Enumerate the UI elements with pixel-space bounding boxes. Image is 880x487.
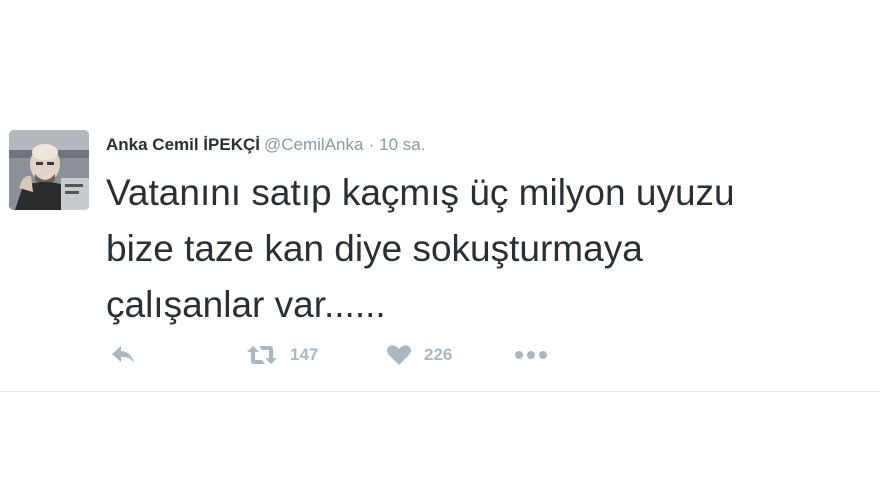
tweet-actions: 147 226 bbox=[106, 340, 606, 370]
tweet-text: Vatanını satıp kaçmış üç milyon uyuzu bi… bbox=[106, 172, 735, 325]
like-button[interactable]: 226 bbox=[386, 340, 452, 370]
avatar-photo bbox=[9, 130, 89, 210]
retweet-count: 147 bbox=[290, 345, 319, 364]
reply-icon bbox=[110, 344, 136, 366]
author-name[interactable]: Anka Cemil İPEKÇİ bbox=[106, 135, 260, 154]
more-button[interactable] bbox=[514, 340, 548, 370]
like-count: 226 bbox=[424, 345, 453, 364]
avatar[interactable] bbox=[9, 130, 89, 210]
retweet-icon bbox=[246, 344, 278, 366]
more-dots-icon bbox=[514, 350, 548, 360]
timestamp[interactable]: 10 sa. bbox=[379, 135, 425, 154]
tweet: Anka Cemil İPEKÇİ @CemilAnka · 10 sa. Vatan… bbox=[0, 0, 880, 392]
author-handle[interactable]: @CemilAnka bbox=[264, 135, 363, 154]
heart-icon bbox=[386, 344, 412, 366]
separator-dot: · bbox=[368, 135, 375, 154]
tweet-header: Anka Cemil İPEKÇİ @CemilAnka · 10 sa. bbox=[106, 134, 425, 156]
retweet-button[interactable]: 147 bbox=[246, 340, 318, 370]
reply-button[interactable] bbox=[110, 340, 136, 370]
